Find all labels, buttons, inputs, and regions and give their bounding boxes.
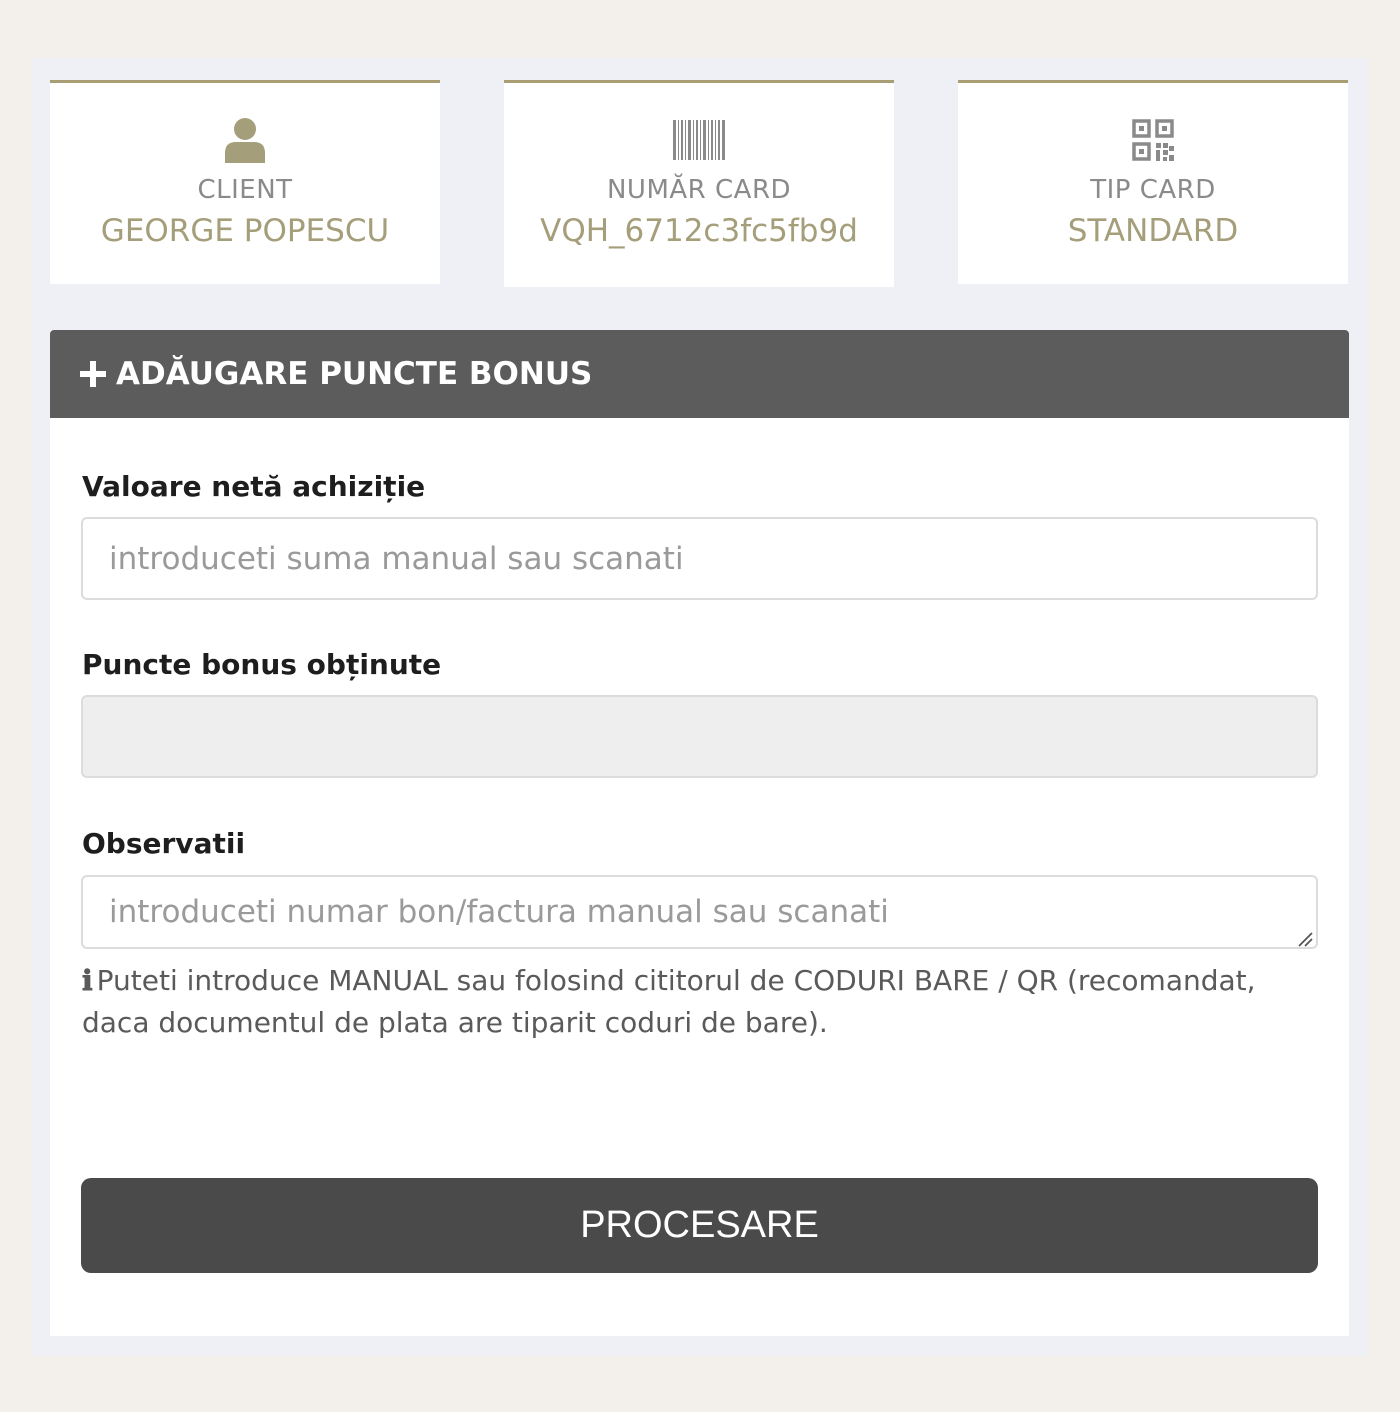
observations-label: Observatii (82, 827, 246, 860)
card-number: VQH_6712c3fc5fb9d (540, 213, 858, 249)
observations-textarea[interactable] (81, 875, 1318, 949)
help-text: ℹ Puteti introduce MANUAL sau folosind ci… (82, 960, 1322, 1044)
barcode-icon (673, 117, 725, 163)
user-icon (224, 117, 266, 163)
net-value-input[interactable] (81, 517, 1318, 600)
panel-header: ADĂUGARE PUNCTE BONUS (50, 330, 1349, 418)
bonus-points-label: Puncte bonus obținute (82, 648, 442, 681)
bonus-points-field (81, 695, 1318, 778)
bonus-points-panel: ADĂUGARE PUNCTE BONUS Valoare netă achiz… (50, 330, 1349, 1336)
card-label: TIP CARD (1090, 175, 1216, 205)
card-type-card: TIP CARD STANDARD (958, 80, 1348, 284)
resize-handle-icon[interactable] (1296, 930, 1314, 948)
card-label: CLIENT (197, 175, 293, 205)
card-number-card: NUMĂR CARD VQH_6712c3fc5fb9d (504, 80, 894, 287)
client-name: GEORGE POPESCU (100, 213, 390, 249)
qrcode-icon (1132, 117, 1174, 163)
info-icon: ℹ (82, 964, 93, 997)
help-message: Puteti introduce MANUAL sau folosind cit… (82, 964, 1256, 1039)
card-type: STANDARD (1067, 213, 1239, 249)
net-value-label: Valoare netă achiziție (82, 470, 426, 503)
process-button[interactable]: PROCESARE (81, 1178, 1318, 1273)
panel-title: ADĂUGARE PUNCTE BONUS (116, 356, 593, 392)
card-label: NUMĂR CARD (606, 175, 792, 205)
client-card: CLIENT GEORGE POPESCU (50, 80, 440, 284)
plus-icon (80, 361, 106, 387)
